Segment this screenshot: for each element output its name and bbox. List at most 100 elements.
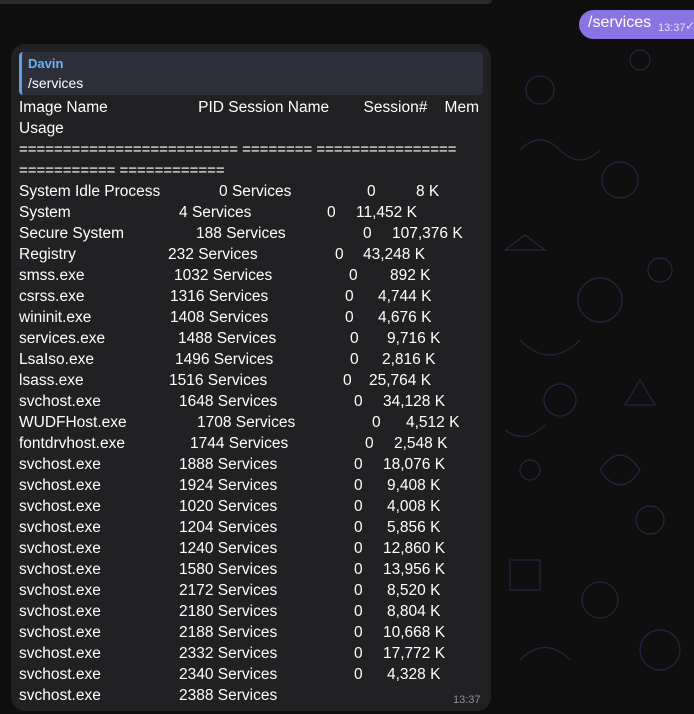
process-name: svchost.exe <box>19 456 101 473</box>
process-memory: 34,128 K <box>383 393 446 410</box>
process-session-number: 0 <box>343 372 352 389</box>
process-pid: 1020 Services <box>179 496 277 517</box>
process-name: WUDFHost.exe <box>19 414 127 431</box>
process-pid: 1888 Services <box>179 454 277 475</box>
process-session-name: Services <box>217 645 278 662</box>
process-session-number: 0 <box>354 603 363 620</box>
process-pid: 1240 Services <box>179 538 277 559</box>
process-pid: 232 Services <box>168 244 258 265</box>
process-session-number: 0 <box>349 267 358 284</box>
process-memory: 10,668 K <box>383 624 446 641</box>
process-session-number: 0 <box>350 351 359 368</box>
process-session-name: Services <box>231 183 292 200</box>
process-name: svchost.exe <box>19 666 101 683</box>
incoming-message[interactable]: Davin /services Image Name PID Session N… <box>11 44 491 711</box>
process-pid-value: 1708 <box>197 414 232 431</box>
process-pid-value: 1316 <box>170 288 205 305</box>
process-name: Secure System <box>19 225 125 242</box>
process-session-name: Services <box>213 351 274 368</box>
process-name: svchost.exe <box>19 645 101 662</box>
process-name: wininit.exe <box>19 309 92 326</box>
process-pid-value: 1240 <box>179 540 214 557</box>
process-pid: 1488 Services <box>178 328 276 349</box>
process-name: services.exe <box>19 330 106 347</box>
process-session-number: 0 <box>354 666 363 683</box>
process-pid: 1744 Services <box>190 433 288 454</box>
process-session-number: 0 <box>367 183 376 200</box>
process-session-number: 0 <box>354 582 363 599</box>
process-pid: 188 Services <box>196 223 286 244</box>
process-memory: 892 K <box>390 267 431 284</box>
process-memory: 4,676 K <box>378 309 432 326</box>
header-line-2: Usage <box>19 120 64 137</box>
process-memory: 25,764 K <box>369 372 432 389</box>
process-session-name: Services <box>207 372 268 389</box>
process-session-name: Services <box>217 393 278 410</box>
process-pid-value: 1488 <box>178 330 213 347</box>
process-name: csrss.exe <box>19 288 85 305</box>
process-session-name: Services <box>217 666 278 683</box>
outgoing-message[interactable]: /services 13:37 ✓ <box>579 10 694 39</box>
process-session-number: 0 <box>354 624 363 641</box>
process-session-name: Services <box>235 414 296 431</box>
process-name: svchost.exe <box>19 519 101 536</box>
process-pid-value: 2388 <box>179 687 214 704</box>
process-session-number: 0 <box>363 225 372 242</box>
process-memory: 12,860 K <box>383 540 446 557</box>
process-session-number: 0 <box>354 540 363 557</box>
process-pid-value: 1020 <box>179 498 214 515</box>
process-name: System Idle Process <box>19 183 161 200</box>
process-session-number: 0 <box>345 309 354 326</box>
process-memory: 5,856 K <box>387 519 441 536</box>
process-pid: 2332 Services <box>179 643 277 664</box>
process-name: svchost.exe <box>19 603 101 620</box>
process-pid-value: 2340 <box>179 666 214 683</box>
process-session-name: Services <box>217 540 278 557</box>
reply-text: /services <box>28 75 84 91</box>
process-session-number: 0 <box>354 393 363 410</box>
process-session-number: 0 <box>354 519 363 536</box>
process-session-number: 0 <box>354 498 363 515</box>
process-pid-value: 4 <box>179 204 188 221</box>
reply-quote[interactable]: Davin /services <box>19 52 483 95</box>
process-memory: 9,408 K <box>387 477 441 494</box>
process-session-number: 0 <box>345 288 354 305</box>
process-session-name: Services <box>212 267 273 284</box>
outgoing-message-time: 13:37 <box>658 22 686 34</box>
process-session-number: 0 <box>354 645 363 662</box>
process-name: Registry <box>19 246 76 263</box>
process-pid: 1408 Services <box>170 307 268 328</box>
process-session-name: Services <box>217 624 278 641</box>
read-check-icon: ✓ <box>685 19 694 33</box>
separator-line-1: ========================= ======== =====… <box>19 141 457 158</box>
process-name: svchost.exe <box>19 498 101 515</box>
message-time: 13:37 <box>453 694 481 706</box>
process-pid: 4 Services <box>179 202 251 223</box>
process-memory: 8,520 K <box>387 582 441 599</box>
process-pid: 1316 Services <box>170 286 268 307</box>
process-pid-value: 1204 <box>179 519 214 536</box>
process-memory: 4,008 K <box>387 498 441 515</box>
process-pid: 2188 Services <box>179 622 277 643</box>
process-name: System <box>19 204 71 221</box>
process-memory: 11,452 K <box>356 204 417 221</box>
process-session-name: Services <box>217 603 278 620</box>
process-session-number: 0 <box>350 330 359 347</box>
process-pid-value: 232 <box>168 246 194 263</box>
process-session-number: 0 <box>327 204 336 221</box>
process-name: svchost.exe <box>19 582 101 599</box>
process-pid-value: 2188 <box>179 624 214 641</box>
process-name: svchost.exe <box>19 477 101 494</box>
process-pid: 1648 Services <box>179 391 277 412</box>
process-pid-value: 188 <box>196 225 222 242</box>
reply-author: Davin <box>28 56 64 71</box>
process-name: svchost.exe <box>19 393 101 410</box>
process-pid-value: 1580 <box>179 561 214 578</box>
process-pid: 2172 Services <box>179 580 277 601</box>
process-memory: 18,076 K <box>383 456 446 473</box>
process-session-name: Services <box>217 519 278 536</box>
process-pid: 1204 Services <box>179 517 277 538</box>
process-session-name: Services <box>217 477 278 494</box>
process-session-name: Services <box>228 435 289 452</box>
process-memory: 4,512 K <box>406 414 460 431</box>
